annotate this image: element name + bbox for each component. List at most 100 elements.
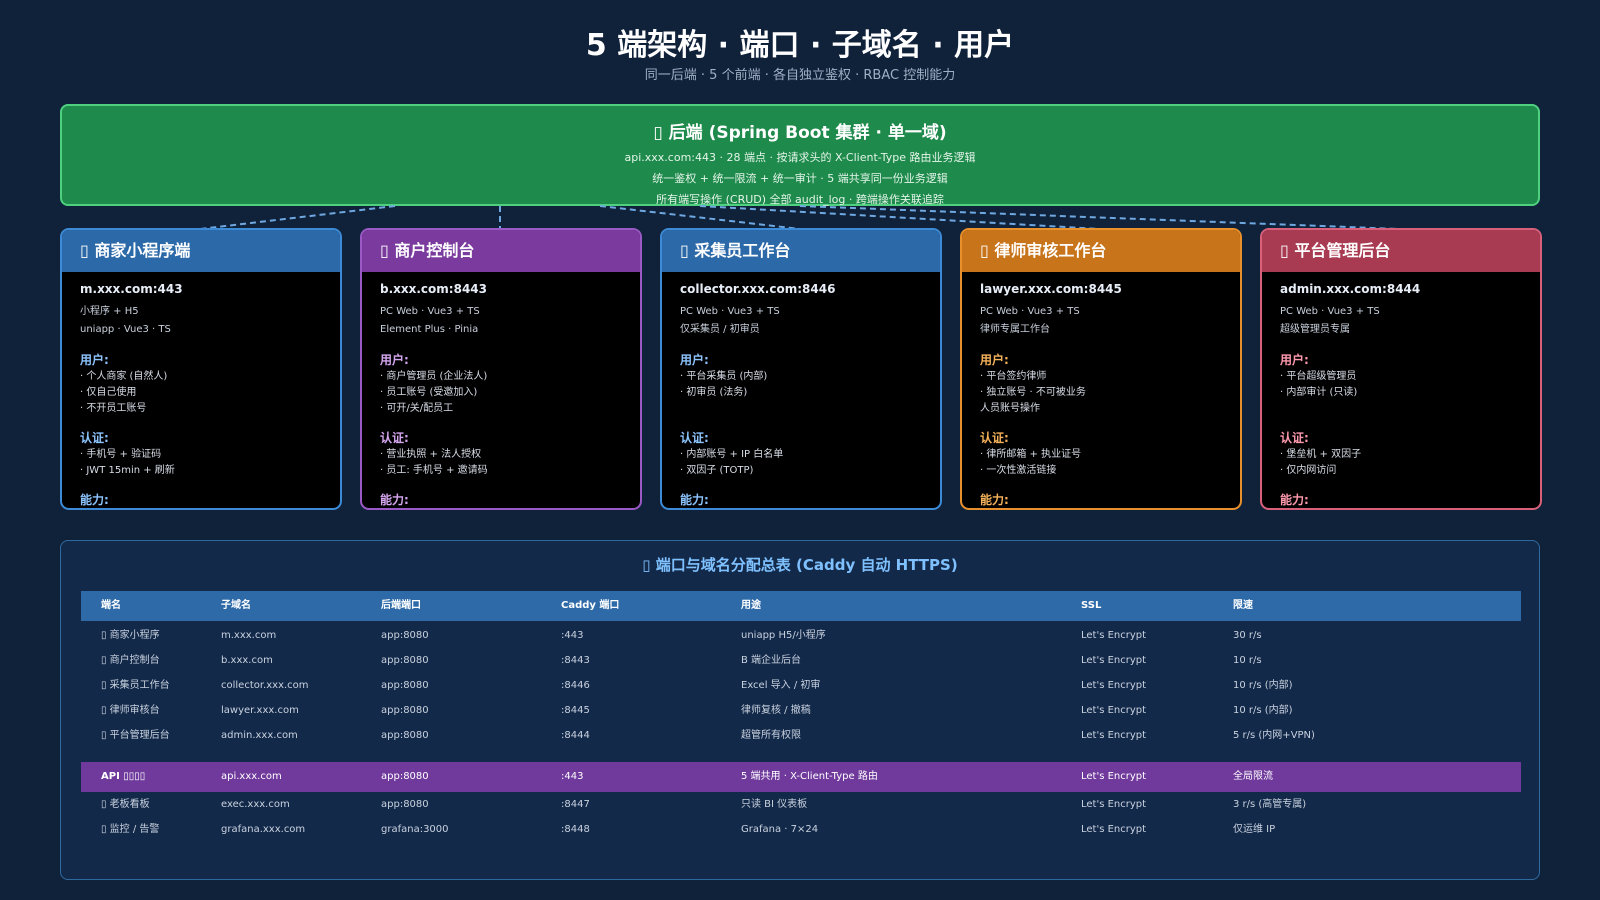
card-auth-item: · 内部账号 + IP 白名单 bbox=[680, 449, 784, 460]
card-body: admin.xxx.com:8444 PC Web · Vue3 + TS 超级管理… bbox=[1262, 272, 1540, 508]
table-header-row: 端名 子域名 后端端口 Caddy 端口 用途 SSL 限速 bbox=[81, 591, 1521, 621]
table-cell: b.xxx.com bbox=[221, 655, 273, 666]
card-auth-item: · 双因子 (TOTP) bbox=[680, 465, 754, 476]
column-header: SSL bbox=[1081, 600, 1102, 611]
card-auth-item: · 员工: 手机号 + 邀请码 bbox=[380, 465, 488, 476]
table-cell: :8445 bbox=[561, 705, 590, 716]
card-auth-label: 认证: bbox=[980, 431, 1009, 445]
table-cell: uniapp H5/小程序 bbox=[741, 630, 826, 641]
column-header: 子域名 bbox=[221, 600, 251, 611]
card-auth-item: · 仅内网访问 bbox=[1280, 465, 1337, 476]
table-cell: Grafana · 7×24 bbox=[741, 824, 819, 835]
card-domain: lawyer.xxx.com:8445 bbox=[980, 282, 1122, 296]
table-cell: ▯ 商户控制台 bbox=[101, 655, 160, 666]
card-title: ▯ 平台管理后台 bbox=[1262, 230, 1540, 272]
card-auth-item: · 营业执照 + 法人授权 bbox=[380, 449, 482, 460]
table-cell: :8448 bbox=[561, 824, 590, 835]
card-user-item: · 商户管理员 (企业法人) bbox=[380, 371, 488, 382]
table-cell: 5 r/s (内网+VPN) bbox=[1233, 730, 1315, 741]
table-cell: 5 端共用 · X-Client-Type 路由 bbox=[741, 771, 878, 782]
table-cell: Let's Encrypt bbox=[1081, 705, 1147, 716]
table-cell: app:8080 bbox=[381, 655, 429, 666]
card-users-label: 用户: bbox=[380, 353, 409, 367]
backend-line: api.xxx.com:443 · 28 端点 · 按请求头的 X-Client… bbox=[624, 151, 976, 164]
card-tech-line: uniapp · Vue3 · TS bbox=[80, 324, 171, 335]
table-cell: Excel 导入 / 初审 bbox=[741, 680, 821, 691]
table-cell: 10 r/s (内部) bbox=[1233, 680, 1293, 691]
card-user-item: · 平台签约律师 bbox=[980, 371, 1047, 382]
table-row: ▯ 平台管理后台 admin.xxx.com app:8080:8444 超管所有权限… bbox=[81, 723, 1521, 748]
table-cell: :443 bbox=[561, 771, 584, 782]
port-table: 端名 子域名 后端端口 Caddy 端口 用途 SSL 限速 ▯ 商家小程序 m.… bbox=[81, 591, 1521, 842]
card-auth-item: · JWT 15min + 刷新 bbox=[80, 465, 175, 476]
table-cell: Let's Encrypt bbox=[1081, 655, 1147, 666]
card-tech-line: PC Web · Vue3 + TS bbox=[380, 306, 480, 317]
card-capability: Excel 导入 · 初审 · 主体合并 bbox=[680, 507, 940, 508]
card-title: ▯ 商家小程序端 bbox=[62, 230, 340, 272]
page-title: 5 端架构 · 端口 · 子域名 · 用户 bbox=[585, 28, 1015, 63]
card-body: m.xxx.com:443 小程序 + H5 uniapp · Vue3 · TS 用… bbox=[62, 272, 340, 508]
page-subtitle: 同一后端 · 5 个前端 · 各自独立鉴权 · RBAC 控制能力 bbox=[644, 68, 956, 83]
card-domain: admin.xxx.com:8444 bbox=[1280, 282, 1421, 296]
card-user-item: · 平台超级管理员 bbox=[1280, 371, 1357, 382]
card-tech-line: Element Plus · Pinia bbox=[380, 324, 479, 335]
card-user-item: 人员账号操作 bbox=[980, 403, 1040, 414]
table-row: ▯ 采集员工作台 collector.xxx.com app:8080:8446 Ex… bbox=[81, 673, 1521, 698]
table-cell: :8444 bbox=[561, 730, 590, 741]
column-header: 用途 bbox=[741, 600, 761, 611]
table-cell: ▯ 监控 / 告警 bbox=[101, 824, 160, 835]
table-cell: exec.xxx.com bbox=[221, 799, 290, 810]
card-capability: 复核 · 撤稿 · 律师函 · 月度抽查 bbox=[980, 507, 1240, 508]
client-card: ▯ 平台管理后台 admin.xxx.com:8444 PC Web · Vue3 … bbox=[1260, 228, 1542, 510]
card-tech-line: 小程序 + H5 bbox=[80, 306, 139, 317]
table-cell: ▯ 律师审核台 bbox=[101, 705, 160, 716]
card-auth-item: · 手机号 + 验证码 bbox=[80, 449, 162, 460]
table-cell: ▯ 老板看板 bbox=[101, 799, 150, 810]
table-cell: 只读 BI 仪表板 bbox=[741, 799, 808, 810]
backend-box: ▯ 后端 (Spring Boot 集群 · 单一域) api.xxx.com:… bbox=[60, 104, 1540, 206]
column-header: 限速 bbox=[1233, 600, 1253, 611]
card-title: ▯ 采集员工作台 bbox=[662, 230, 940, 272]
table-cell: admin.xxx.com bbox=[221, 730, 298, 741]
card-users-label: 用户: bbox=[680, 353, 709, 367]
card-body: lawyer.xxx.com:8445 PC Web · Vue3 + TS 律师专… bbox=[962, 272, 1240, 508]
card-users-label: 用户: bbox=[980, 353, 1009, 367]
card-user-item: · 平台采集员 (内部) bbox=[680, 371, 768, 382]
backend-title: ▯ 后端 (Spring Boot 集群 · 单一域) bbox=[653, 123, 947, 143]
table-cell: 全局限流 bbox=[1233, 771, 1273, 782]
card-tech-line: PC Web · Vue3 + TS bbox=[680, 306, 780, 317]
table-cell: :8443 bbox=[561, 655, 590, 666]
card-body: b.xxx.com:8443 PC Web · Vue3 + TS Element … bbox=[362, 272, 640, 508]
table-cell: app:8080 bbox=[381, 705, 429, 716]
table-cell: app:8080 bbox=[381, 630, 429, 641]
card-user-item: · 初审员 (法务) bbox=[680, 387, 748, 398]
card-tech-line: 超级管理员专属 bbox=[1280, 324, 1350, 335]
card-auth-item: · 律所邮箱 + 执业证号 bbox=[980, 449, 1082, 460]
card-user-item: · 独立账号 · 不可被业务 bbox=[980, 387, 1086, 398]
port-domain-table-panel: ▯ 端口与域名分配总表 (Caddy 自动 HTTPS) 端名 子域名 后端端口… bbox=[60, 540, 1540, 880]
table-cell: ▯ 平台管理后台 bbox=[101, 730, 170, 741]
table-cell: :8446 bbox=[561, 680, 590, 691]
table-cell: api.xxx.com bbox=[221, 771, 282, 782]
card-user-item: · 不开员工账号 bbox=[80, 403, 147, 414]
table-row: ▯ 监控 / 告警 grafana.xxx.com grafana:3000:844… bbox=[81, 817, 1521, 842]
client-card: ▯ 采集员工作台 collector.xxx.com:8446 PC Web · V… bbox=[660, 228, 942, 510]
table-cell: collector.xxx.com bbox=[221, 680, 309, 691]
table-cell: m.xxx.com bbox=[221, 630, 277, 641]
card-capability: 搜索 · 详情 · 关注 · 证据 bbox=[80, 507, 340, 508]
table-cell: app:8080 bbox=[381, 680, 429, 691]
card-tech-line: PC Web · Vue3 + TS bbox=[980, 306, 1080, 317]
table-cell: :8447 bbox=[561, 799, 590, 810]
table-row: ▯ 老板看板 exec.xxx.com app:8080:8447 只读 BI 仪表板… bbox=[81, 792, 1521, 817]
table-cell: app:8080 bbox=[381, 771, 429, 782]
card-auth-label: 认证: bbox=[80, 431, 109, 445]
card-users-label: 用户: bbox=[1280, 353, 1309, 367]
client-card: ▯ 律师审核工作台 lawyer.xxx.com:8445 PC Web · Vue… bbox=[960, 228, 1242, 510]
column-header: 后端端口 bbox=[381, 600, 421, 611]
table-row-api: API ▯▯▯▯ api.xxx.com app:8080 :443 5 端共用… bbox=[81, 762, 1521, 792]
table-cell: :443 bbox=[561, 630, 584, 641]
card-domain: b.xxx.com:8443 bbox=[380, 282, 487, 296]
table-cell: 10 r/s (内部) bbox=[1233, 705, 1293, 716]
table-row: ▯ 律师审核台 lawyer.xxx.com app:8080:8445 律师复核 /… bbox=[81, 698, 1521, 723]
table-cell: grafana.xxx.com bbox=[221, 824, 306, 835]
